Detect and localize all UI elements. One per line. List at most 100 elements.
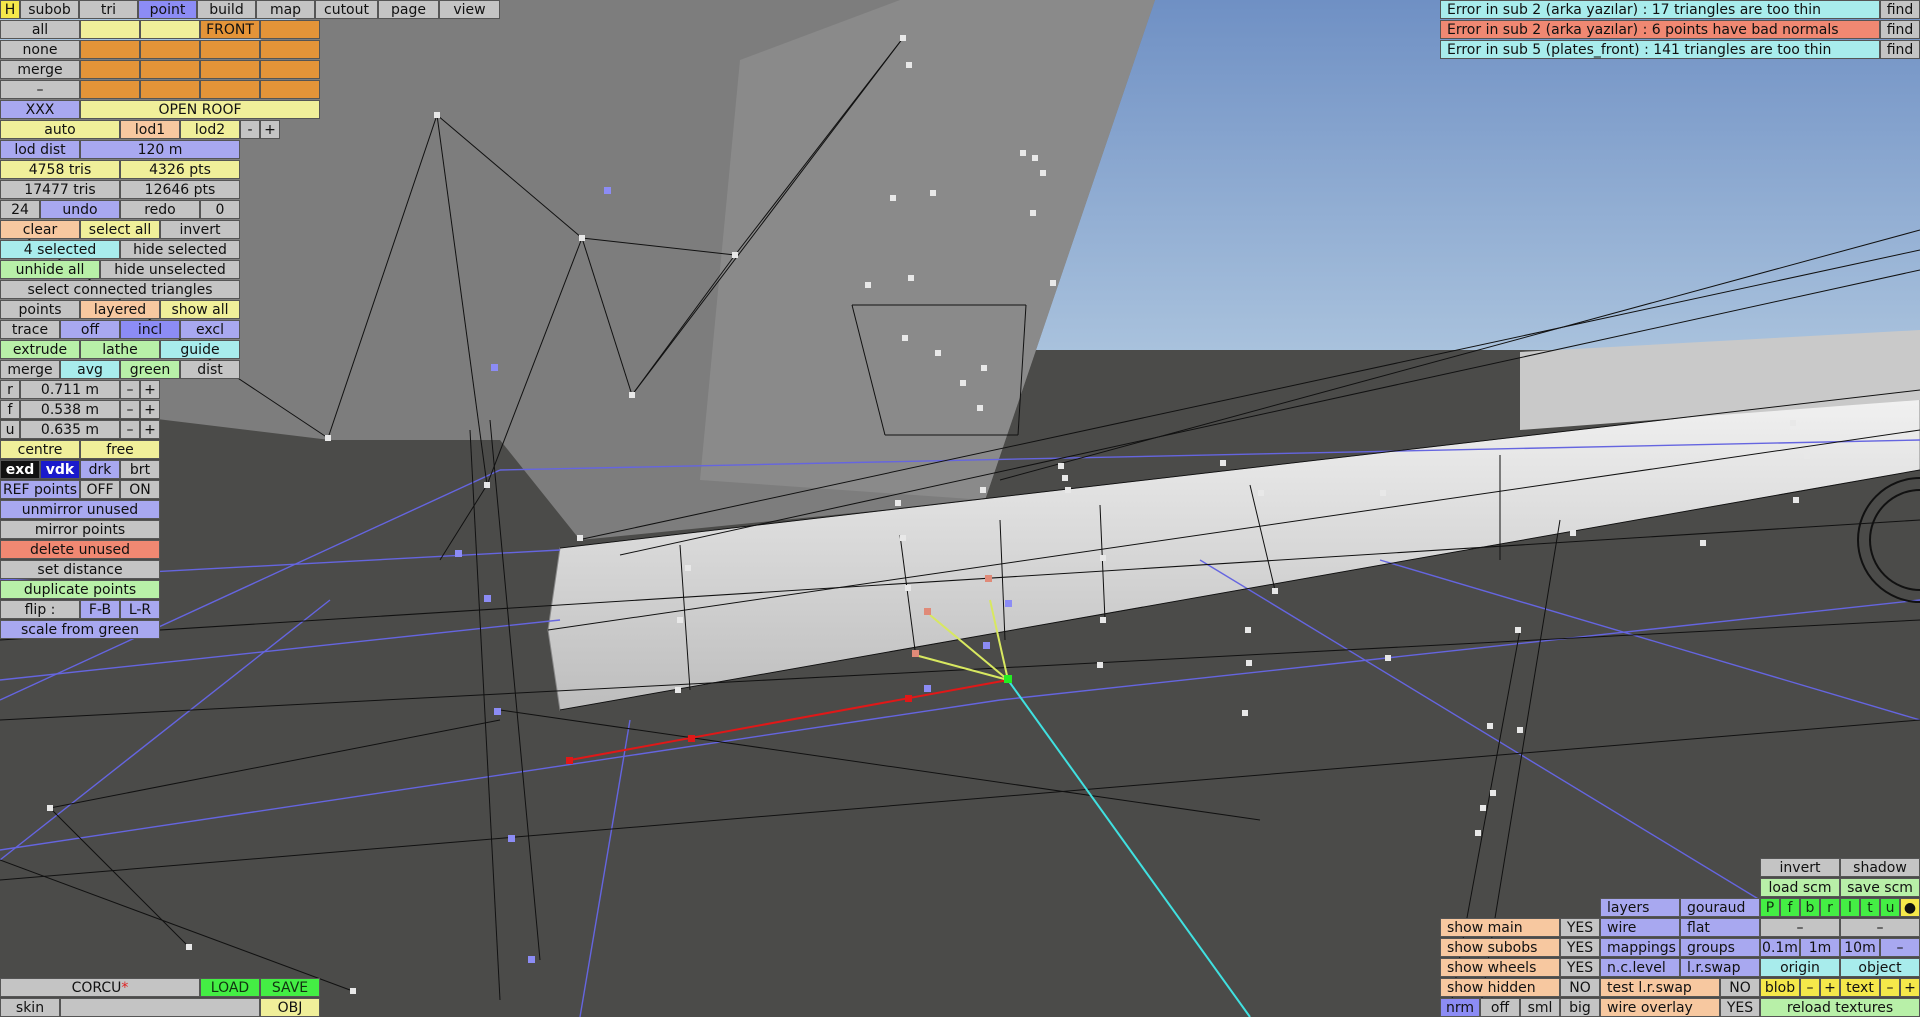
- error-find-button-2[interactable]: find: [1880, 20, 1920, 39]
- open-roof-button[interactable]: OPEN ROOF: [80, 100, 320, 119]
- view-l-button[interactable]: l: [1840, 898, 1860, 917]
- menu-page[interactable]: page: [378, 0, 439, 19]
- duplicate-points-button[interactable]: duplicate points: [0, 580, 160, 599]
- param-r-minus[interactable]: –: [120, 380, 140, 399]
- param-r-plus[interactable]: +: [140, 380, 160, 399]
- menu-view[interactable]: view: [439, 0, 500, 19]
- green-button[interactable]: green: [120, 360, 180, 379]
- free-button[interactable]: free: [80, 440, 160, 459]
- flip-fb-button[interactable]: F-B: [80, 600, 120, 619]
- wire-button[interactable]: wire: [1600, 918, 1680, 937]
- lod2-button[interactable]: lod2: [180, 120, 240, 139]
- step-01m-button[interactable]: 0.1m: [1760, 938, 1800, 957]
- slot-d1[interactable]: [80, 80, 140, 99]
- error-find-button-3[interactable]: find: [1880, 40, 1920, 59]
- step-1m-button[interactable]: 1m: [1800, 938, 1840, 957]
- mirror-points-button[interactable]: mirror points: [0, 520, 160, 539]
- blob-plus-button[interactable]: +: [1820, 978, 1840, 997]
- lod1-button[interactable]: lod1: [120, 120, 180, 139]
- green-point[interactable]: [1004, 675, 1012, 683]
- param-f-plus[interactable]: +: [140, 400, 160, 419]
- menu-h[interactable]: H: [0, 0, 20, 19]
- set-distance-button[interactable]: set distance: [0, 560, 160, 579]
- view-b-button[interactable]: b: [1800, 898, 1820, 917]
- select-connected-button[interactable]: select connected triangles: [0, 280, 240, 299]
- trace-incl-button[interactable]: incl: [120, 320, 180, 339]
- slot-d3[interactable]: [200, 80, 260, 99]
- ref-off-button[interactable]: OFF: [80, 480, 120, 499]
- lathe-button[interactable]: lathe: [80, 340, 160, 359]
- slot-a4[interactable]: [260, 20, 320, 39]
- slot-c4[interactable]: [260, 60, 320, 79]
- nrm-sml-button[interactable]: sml: [1520, 998, 1560, 1017]
- menu-subob[interactable]: subob: [20, 0, 79, 19]
- delete-unused-button[interactable]: delete unused: [0, 540, 160, 559]
- slot-b4[interactable]: [260, 40, 320, 59]
- menu-tri[interactable]: tri: [79, 0, 138, 19]
- show-hidden-toggle[interactable]: show hidden: [1440, 978, 1560, 997]
- view-f-button[interactable]: f: [1780, 898, 1800, 917]
- show-wheels-value[interactable]: YES: [1560, 958, 1600, 977]
- nrm-big-button[interactable]: big: [1560, 998, 1600, 1017]
- slot-d2[interactable]: [140, 80, 200, 99]
- trace-excl-button[interactable]: excl: [180, 320, 240, 339]
- invert-view-button[interactable]: invert: [1760, 858, 1840, 877]
- centre-button[interactable]: centre: [0, 440, 80, 459]
- flat-button[interactable]: flat: [1680, 918, 1760, 937]
- merge-button[interactable]: merge: [0, 360, 60, 379]
- unhide-all-button[interactable]: unhide all: [0, 260, 100, 279]
- view-p-button[interactable]: P: [1760, 898, 1780, 917]
- menu-cutout[interactable]: cutout: [315, 0, 378, 19]
- object-button[interactable]: object: [1840, 958, 1920, 977]
- slot-c2[interactable]: [140, 60, 200, 79]
- scale-from-green-button[interactable]: scale from green: [0, 620, 160, 639]
- show-subobs-value[interactable]: YES: [1560, 938, 1600, 957]
- slot-c3[interactable]: [200, 60, 260, 79]
- text-plus-button[interactable]: +: [1900, 978, 1920, 997]
- view-r-button[interactable]: r: [1820, 898, 1840, 917]
- nc-level-button[interactable]: n.c.level: [1600, 958, 1680, 977]
- select-all-button[interactable]: select all: [80, 220, 160, 239]
- text-minus-button[interactable]: –: [1880, 978, 1900, 997]
- origin-button[interactable]: origin: [1760, 958, 1840, 977]
- menu-point[interactable]: point: [138, 0, 197, 19]
- lod-plus-button[interactable]: +: [260, 120, 280, 139]
- lr-swap-button[interactable]: l.r.swap: [1680, 958, 1760, 977]
- menu-map[interactable]: map: [256, 0, 315, 19]
- save-scm-button[interactable]: save scm: [1840, 878, 1920, 897]
- menu-build[interactable]: build: [197, 0, 256, 19]
- flip-lr-button[interactable]: L-R: [120, 600, 160, 619]
- shadow-button[interactable]: shadow: [1840, 858, 1920, 877]
- reload-textures-button[interactable]: reload textures: [1760, 998, 1920, 1017]
- dash-button-2[interactable]: –: [1840, 918, 1920, 937]
- param-u-value[interactable]: 0.635 m: [20, 420, 120, 439]
- select-none-row[interactable]: none: [0, 40, 80, 59]
- lod-minus-button[interactable]: -: [240, 120, 260, 139]
- slot-b1[interactable]: [80, 40, 140, 59]
- slot-b2[interactable]: [140, 40, 200, 59]
- blob-minus-button[interactable]: –: [1800, 978, 1820, 997]
- test-lr-swap-toggle[interactable]: test l.r.swap: [1600, 978, 1720, 997]
- clear-button[interactable]: clear: [0, 220, 80, 239]
- avg-button[interactable]: avg: [60, 360, 120, 379]
- error-find-button-1[interactable]: find: [1880, 0, 1920, 19]
- slot-a2[interactable]: [140, 20, 200, 39]
- show-all-button[interactable]: show all: [160, 300, 240, 319]
- lod-dist-value[interactable]: 120 m: [80, 140, 240, 159]
- exd-button[interactable]: exd: [0, 460, 40, 479]
- guide-button[interactable]: guide: [160, 340, 240, 359]
- dash-button-1[interactable]: –: [1760, 918, 1840, 937]
- wire-overlay-toggle[interactable]: wire overlay: [1600, 998, 1720, 1017]
- show-hidden-value[interactable]: NO: [1560, 978, 1600, 997]
- xxx-button[interactable]: XXX: [0, 100, 80, 119]
- select-all-row[interactable]: all: [0, 20, 80, 39]
- drk-button[interactable]: drk: [80, 460, 120, 479]
- param-r-value[interactable]: 0.711 m: [20, 380, 120, 399]
- vdk-button[interactable]: vdk: [40, 460, 80, 479]
- slot-a1[interactable]: [80, 20, 140, 39]
- param-f-minus[interactable]: –: [120, 400, 140, 419]
- blob-button[interactable]: blob: [1760, 978, 1800, 997]
- nrm-button[interactable]: nrm: [1440, 998, 1480, 1017]
- points-button[interactable]: points: [0, 300, 80, 319]
- slot-b3[interactable]: [200, 40, 260, 59]
